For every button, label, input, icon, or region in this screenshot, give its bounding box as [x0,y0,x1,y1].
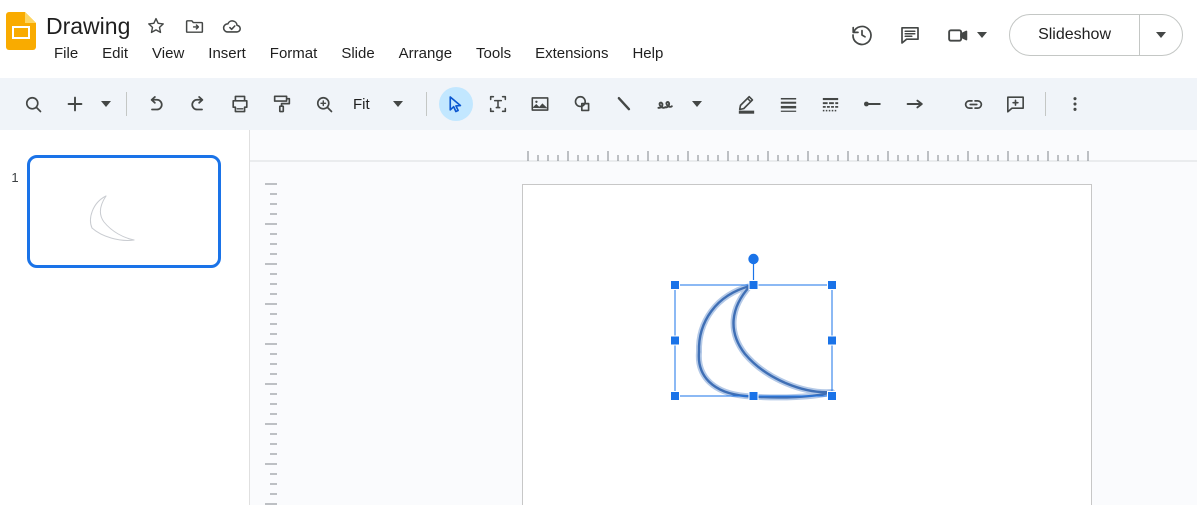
more-options-icon[interactable] [1058,87,1092,121]
curve-tool[interactable] [649,87,683,121]
line-end-icon[interactable] [898,87,932,121]
zoom-icon[interactable] [307,87,341,121]
page-title[interactable]: Drawing [46,11,130,41]
line-tool[interactable] [607,87,641,121]
slide-number: 1 [11,170,19,185]
menu-arrange[interactable]: Arrange [387,42,464,66]
toolbar-divider [126,92,127,116]
menu-tools[interactable]: Tools [464,42,523,66]
vertical-ruler[interactable] [264,158,278,505]
slideshow-dropdown-button[interactable] [1140,15,1182,55]
line-color-icon[interactable] [730,87,764,121]
menu-slide[interactable]: Slide [329,42,386,66]
toolbar-divider [425,92,427,116]
toolbar-items: Fit [12,78,1096,130]
version-history-icon[interactable] [849,22,875,48]
menu-format[interactable]: Format [258,42,330,66]
star-icon[interactable] [144,14,168,38]
menu-help[interactable]: Help [620,42,675,66]
main-toolbar: Fit [0,78,1197,208]
menu-file[interactable]: File [48,42,90,66]
print-icon[interactable] [223,87,257,121]
insert-image-tool[interactable] [523,87,557,121]
menu-view[interactable]: View [140,42,196,66]
insert-link-icon[interactable] [957,87,991,121]
chevron-down-icon[interactable] [977,32,988,38]
curve-shape [695,283,835,401]
google-slides-window: Drawing File Edit View Insert Format Sli… [0,0,1197,505]
rotation-handle [748,253,759,265]
comment-icon[interactable] [897,22,923,48]
header-actions: Slideshow [849,14,1183,56]
document-title-row: Drawing [46,10,244,42]
new-slide-dropdown-icon[interactable] [96,87,116,121]
slides-logo-icon [6,12,36,50]
select-tool[interactable] [438,87,473,121]
canvas-area [250,130,1197,505]
chevron-down-icon [1156,32,1166,38]
selection-bounding-box [674,253,833,397]
toolbar-divider [1044,92,1046,116]
line-dash-icon[interactable] [814,87,848,121]
text-box-tool[interactable] [481,87,515,121]
menu-bar: File Edit View Insert Format Slide Arran… [48,42,675,66]
new-slide-icon[interactable] [58,87,92,121]
slideshow-button[interactable]: Slideshow [1009,14,1183,56]
paint-format-icon[interactable] [265,87,299,121]
line-start-icon[interactable] [856,87,890,121]
move-to-folder-icon[interactable] [182,14,206,38]
menu-extensions[interactable]: Extensions [523,42,620,66]
app-header: Drawing File Edit View Insert Format Sli… [0,0,1197,78]
slide-thumbnail-1[interactable] [27,155,221,268]
shape-tool[interactable] [565,87,599,121]
line-weight-icon[interactable] [772,87,806,121]
curve-dropdown-icon[interactable] [687,87,707,121]
selected-shape-group[interactable] [665,252,855,427]
cloud-saved-icon[interactable] [220,14,244,38]
menu-insert[interactable]: Insert [196,42,258,66]
horizontal-ruler[interactable] [250,148,1197,162]
resize-handles [670,280,837,401]
zoom-level-value[interactable]: Fit [345,96,378,113]
thumbnail-shape-preview [90,195,135,241]
zoom-dropdown-icon[interactable] [378,87,418,121]
slide-filmstrip: 1 [0,130,250,505]
redo-icon[interactable] [181,87,215,121]
search-icon[interactable] [16,87,50,121]
present-video-icon[interactable] [945,22,971,48]
undo-icon[interactable] [139,87,173,121]
slideshow-label[interactable]: Slideshow [1010,15,1139,55]
add-comment-icon[interactable] [999,87,1033,121]
present-video-group[interactable] [945,22,988,48]
menu-edit[interactable]: Edit [90,42,140,66]
editor-body: 1 [0,130,1197,505]
